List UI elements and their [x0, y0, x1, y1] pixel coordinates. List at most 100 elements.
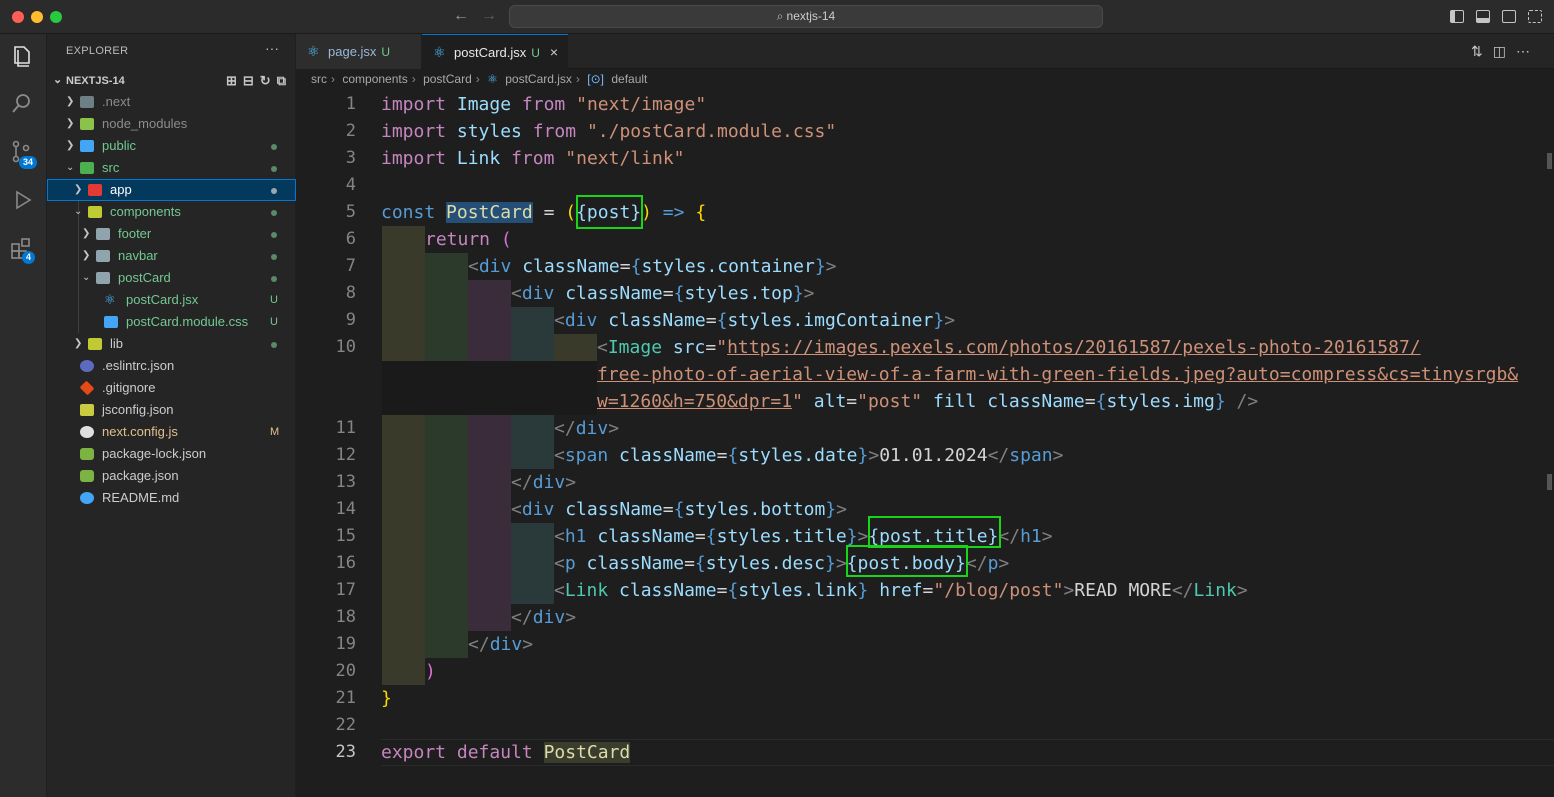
- chevron-right-icon: ❯: [66, 140, 75, 151]
- breadcrumb-item[interactable]: default: [611, 72, 647, 86]
- maximize-window-button[interactable]: [50, 11, 62, 23]
- tab-status: U: [381, 45, 391, 59]
- tree-item-readme[interactable]: README.md: [47, 487, 296, 509]
- back-arrow-icon[interactable]: ←: [453, 7, 469, 25]
- customize-layout-icon[interactable]: [1528, 10, 1542, 23]
- breadcrumb-item[interactable]: src: [311, 72, 327, 86]
- tree-item-label: navbar: [118, 248, 158, 263]
- explorer-more-actions-icon[interactable]: ···: [265, 40, 279, 56]
- breadcrumb-item[interactable]: postCard.jsx: [505, 72, 572, 86]
- untracked-dot-icon: [271, 144, 277, 150]
- info-file-icon: [80, 492, 94, 504]
- tree-item-eslintrc[interactable]: .eslintrc.json: [47, 355, 296, 377]
- tab-page-jsx[interactable]: ⚛ page.jsx U: [296, 34, 422, 69]
- split-editor-icon[interactable]: ◫: [1493, 43, 1516, 59]
- code-editor[interactable]: 1 2 3 4 5 6 7 8 9 10 11 12 13 14 15 16 1…: [296, 91, 1554, 797]
- run-debug-icon[interactable]: [8, 186, 38, 216]
- tree-item-next[interactable]: ❯ .next: [47, 91, 296, 113]
- forward-arrow-icon[interactable]: →: [481, 7, 497, 25]
- minimize-window-button[interactable]: [31, 11, 43, 23]
- annotation-box-post-title: [868, 516, 1001, 548]
- code-link[interactable]: w=1260&h=750&dpr=1: [597, 391, 792, 412]
- close-tab-icon[interactable]: ×: [550, 35, 558, 70]
- components-folder-icon: [88, 206, 102, 218]
- tree-item-postcard-css[interactable]: postCard.module.css U: [47, 311, 296, 333]
- open-changes-icon[interactable]: ⇅: [1471, 43, 1493, 59]
- tree-item-node-modules[interactable]: ❯ node_modules: [47, 113, 296, 135]
- collapse-all-icon[interactable]: ⧉: [277, 73, 292, 88]
- folder-icon: [96, 250, 110, 262]
- workspace-name: nextjs-14: [786, 9, 836, 23]
- new-file-icon[interactable]: ⊞: [226, 73, 243, 88]
- line-number: 8: [345, 283, 356, 303]
- tree-item-label: footer: [118, 226, 152, 241]
- tree-item-src[interactable]: ⌄ src: [47, 157, 296, 179]
- tree-item-label: README.md: [102, 490, 180, 505]
- close-window-button[interactable]: [12, 11, 24, 23]
- source-control-badge: 34: [19, 156, 38, 169]
- new-folder-icon[interactable]: ⊟: [243, 73, 260, 88]
- code-token: from: [511, 148, 555, 169]
- code-line-14: <div className={styles.bottom}>: [511, 499, 848, 520]
- line-number: 18: [335, 607, 356, 627]
- tree-item-label: lib: [110, 336, 124, 351]
- tab-postcard-jsx[interactable]: ⚛ postCard.jsx U ×: [422, 34, 568, 69]
- code-token: "next/link": [565, 148, 685, 169]
- untracked-dot-icon: [271, 254, 277, 260]
- tree-item-postcard-jsx[interactable]: ⚛ postCard.jsx U: [47, 289, 296, 311]
- tree-item-footer[interactable]: ❯ footer: [47, 223, 296, 245]
- json-config-icon: [80, 404, 94, 416]
- tree-item-postcard-folder[interactable]: ⌄ postCard: [47, 267, 296, 289]
- tree-item-public[interactable]: ❯ public: [47, 135, 296, 157]
- breadcrumb-item[interactable]: components: [342, 72, 407, 86]
- refresh-icon[interactable]: ↻: [260, 73, 277, 88]
- tree-item-gitignore[interactable]: .gitignore: [47, 377, 296, 399]
- public-folder-icon: [80, 140, 94, 152]
- tree-item-components[interactable]: ⌄ components: [47, 201, 296, 223]
- search-icon[interactable]: [8, 90, 38, 120]
- workspace-root[interactable]: ⌄ NEXTJS-14 ⊞⊟↻⧉: [51, 72, 296, 92]
- files-icon[interactable]: [8, 42, 38, 72]
- code-token: div: [521, 283, 555, 304]
- tree-item-label: jsconfig.json: [102, 402, 174, 417]
- chevron-down-icon: ⌄: [66, 162, 75, 173]
- code-link[interactable]: free-photo-of-aerial-view-of-a-farm-with…: [597, 364, 1518, 385]
- scrollbar-marker: [1547, 474, 1552, 490]
- tree-item-jsconfig[interactable]: jsconfig.json: [47, 399, 296, 421]
- code-line-10: <Image src="https://images.pexels.com/ph…: [597, 337, 1421, 358]
- source-control-icon[interactable]: 34: [8, 138, 38, 169]
- more-actions-icon[interactable]: ⋯: [1516, 43, 1540, 59]
- toggle-secondary-sidebar-icon[interactable]: [1502, 10, 1516, 23]
- line-number-current: 23: [335, 742, 356, 762]
- code-token: className: [597, 526, 695, 547]
- command-center-search[interactable]: ⌕ nextjs-14: [509, 5, 1103, 28]
- tree-item-navbar[interactable]: ❯ navbar: [47, 245, 296, 267]
- code-link[interactable]: https://images.pexels.com/photos/2016158…: [727, 337, 1421, 358]
- untracked-status: U: [270, 294, 278, 306]
- chevron-right-icon: ❯: [74, 338, 83, 349]
- toggle-panel-icon[interactable]: [1476, 10, 1490, 23]
- tree-item-app[interactable]: ❯ app: [47, 179, 296, 201]
- code-token: styles.imgContainer: [727, 310, 934, 331]
- breadcrumb-item[interactable]: postCard: [423, 72, 472, 86]
- code-line-5: const PostCard = ({post}) => {: [381, 199, 706, 226]
- line-number: 10: [335, 337, 356, 357]
- extensions-icon[interactable]: 4: [8, 234, 38, 264]
- tree-item-package-json[interactable]: package.json: [47, 465, 296, 487]
- untracked-dot-icon: [271, 166, 277, 172]
- tree-item-label: .eslintrc.json: [102, 358, 175, 373]
- tree-item-package-lock[interactable]: package-lock.json: [47, 443, 296, 465]
- tree-item-lib[interactable]: ❯ lib: [47, 333, 296, 355]
- code-token: className: [586, 553, 685, 574]
- code-token: fill: [933, 391, 977, 412]
- tree-item-label: components: [110, 204, 181, 219]
- code-token: }: [381, 688, 392, 709]
- code-line-13: </div>: [511, 472, 577, 493]
- code-line-10-wrap-2: w=1260&h=750&dpr=1" alt="post" fill clas…: [597, 391, 1259, 412]
- code-token: className: [987, 391, 1085, 412]
- tree-item-next-config[interactable]: next.config.js M: [47, 421, 296, 443]
- line-number: 15: [335, 526, 356, 546]
- code-line-12: <span className={styles.date}>01.01.2024…: [554, 445, 1064, 466]
- code-line-9: <div className={styles.imgContainer}>: [554, 310, 956, 331]
- toggle-primary-sidebar-icon[interactable]: [1450, 10, 1464, 23]
